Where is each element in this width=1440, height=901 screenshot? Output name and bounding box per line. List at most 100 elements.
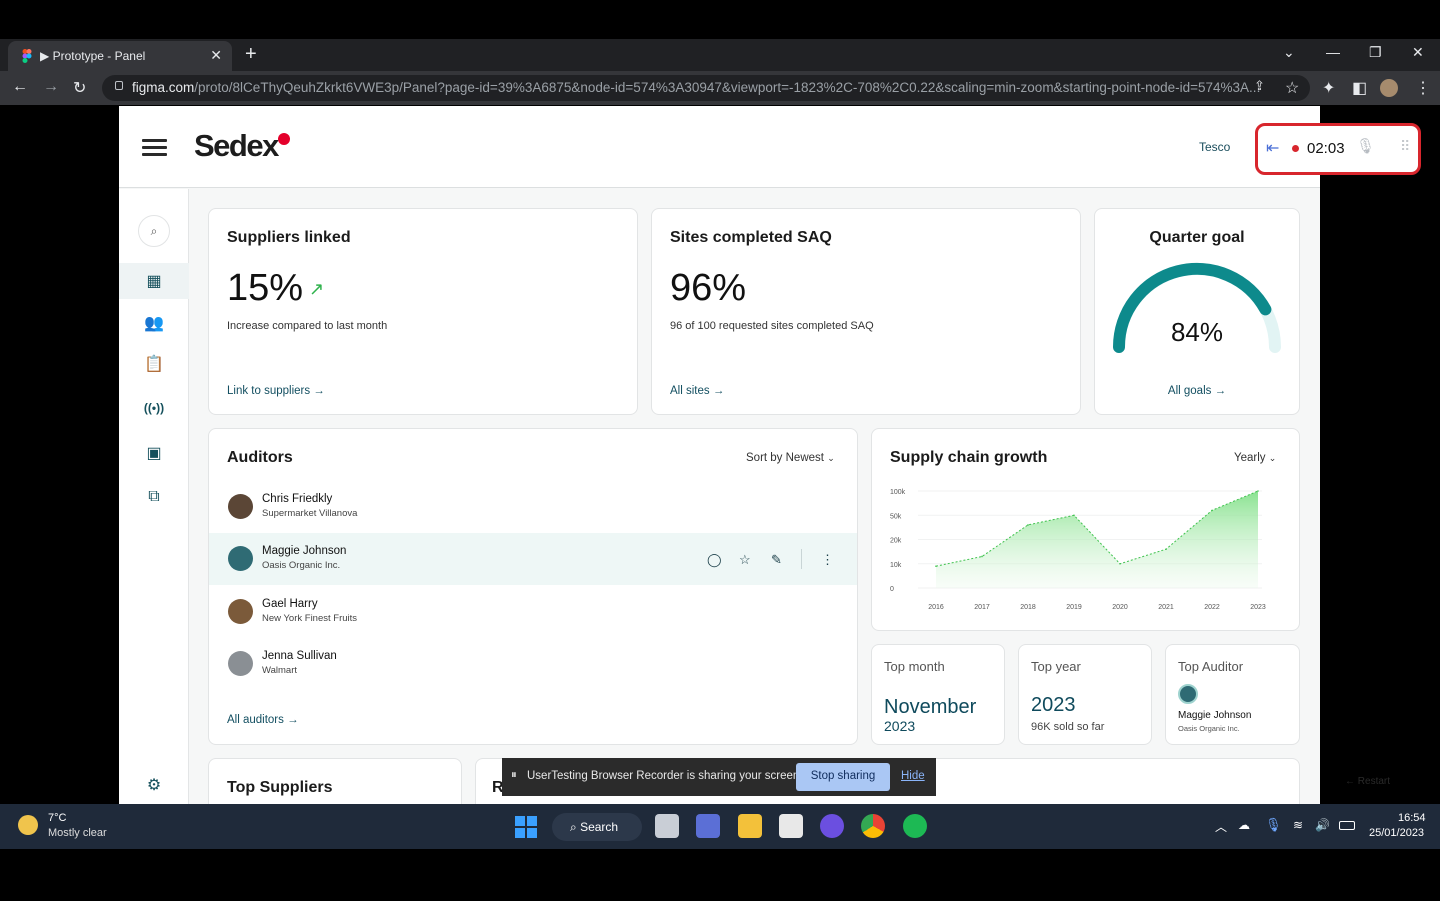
recording-dot-icon bbox=[1292, 145, 1299, 152]
x-tick-label: 2021 bbox=[1158, 604, 1174, 611]
taskbar-search[interactable]: ⌕ Search bbox=[552, 813, 642, 841]
new-tab-button[interactable]: + bbox=[245, 43, 257, 66]
microphone-tray-icon[interactable]: 🎙 bbox=[1265, 817, 1282, 833]
y-tick-label: 10k bbox=[890, 562, 902, 569]
link-to-suppliers-link[interactable]: Link to suppliers → bbox=[227, 385, 325, 397]
avatar bbox=[228, 651, 253, 676]
wifi-icon[interactable]: ≋ bbox=[1293, 818, 1303, 832]
y-tick-label: 50k bbox=[890, 513, 902, 520]
search-icon: ⌕ bbox=[570, 820, 577, 834]
top-year-sub: 96K sold so far bbox=[1031, 721, 1105, 733]
clock-time[interactable]: 16:54 bbox=[1398, 812, 1426, 824]
more-vertical-icon[interactable]: ⋮ bbox=[821, 552, 834, 568]
recorder-widget: ⇤ 02:03 🎙 ⠿ bbox=[1255, 123, 1421, 175]
settings-gear-icon[interactable]: ⚙ bbox=[119, 767, 189, 803]
clipboard-icon[interactable]: 📋 bbox=[119, 346, 189, 382]
auditor-org: Supermarket Villanova bbox=[262, 508, 358, 519]
tab-close-icon[interactable]: ✕ bbox=[210, 47, 222, 64]
share-icon[interactable]: ⇪ bbox=[1254, 78, 1265, 94]
data-point bbox=[1027, 524, 1029, 526]
extensions-icon[interactable]: ✦ bbox=[1322, 78, 1335, 98]
sedex-logo: Sedex bbox=[194, 128, 290, 164]
auditor-org: New York Finest Fruits bbox=[262, 613, 358, 624]
store-icon[interactable] bbox=[779, 814, 803, 838]
forward-icon[interactable]: → bbox=[43, 78, 59, 96]
avatar bbox=[1178, 684, 1198, 704]
all-goals-link[interactable]: All goals → bbox=[1095, 385, 1299, 397]
maximize-icon[interactable]: ❐ bbox=[1369, 44, 1382, 61]
search-icon[interactable]: ⌕ bbox=[138, 215, 170, 247]
chrome-icon[interactable] bbox=[861, 814, 885, 838]
recording-timer: 02:03 bbox=[1307, 140, 1345, 157]
account-name[interactable]: Tesco bbox=[1199, 140, 1230, 154]
side-panel-icon[interactable]: ◧ bbox=[1352, 78, 1367, 98]
stat-label: Top year bbox=[1031, 659, 1081, 674]
pause-icon: ⏸ bbox=[511, 769, 517, 781]
data-point bbox=[935, 565, 937, 567]
task-view-icon[interactable] bbox=[655, 814, 679, 838]
microphone-icon[interactable]: 🎙 bbox=[1356, 137, 1375, 155]
card-title: Sites completed SAQ bbox=[670, 229, 832, 246]
contact-card-icon[interactable]: ▣ bbox=[119, 435, 189, 471]
auditor-row[interactable]: Jenna Sullivan Walmart bbox=[209, 638, 857, 690]
browser-tab[interactable]: ▶ Prototype - Panel ✕ bbox=[8, 41, 232, 71]
clock-date[interactable]: 25/01/2023 bbox=[1369, 827, 1424, 839]
divider bbox=[801, 549, 802, 569]
weather-temp: 7°C bbox=[48, 812, 67, 824]
top-auditor-name: Maggie Johnson bbox=[1178, 710, 1252, 721]
data-point bbox=[1211, 509, 1213, 512]
file-explorer-icon[interactable] bbox=[738, 814, 762, 838]
top-year-value: 2023 bbox=[1031, 694, 1076, 716]
stat-label: Top month bbox=[884, 659, 945, 674]
goal-value: 84% bbox=[1170, 317, 1224, 347]
tray-chevron-icon[interactable]: ︿ bbox=[1215, 818, 1227, 835]
battery-icon[interactable] bbox=[1339, 821, 1355, 830]
dashboard-icon[interactable]: ▦ bbox=[119, 263, 189, 299]
users-icon[interactable]: 👥 bbox=[119, 305, 189, 341]
trend-up-arrow-icon: ↗ bbox=[309, 279, 325, 299]
url-path: /proto/8lCeThyQeuhZkrkt6VWE3p/Panel?page… bbox=[194, 80, 1261, 95]
profile-avatar[interactable] bbox=[1380, 79, 1398, 97]
back-icon[interactable]: ← bbox=[12, 78, 28, 96]
back-arrow-icon[interactable]: ⇤ bbox=[1266, 138, 1279, 158]
auditor-row[interactable]: Chris Friedkly Supermarket Villanova bbox=[209, 481, 857, 533]
volume-icon[interactable]: 🔊 bbox=[1315, 818, 1330, 832]
top-auditor-card: Top Auditor Maggie Johnson Oasis Organic… bbox=[1165, 644, 1300, 745]
comment-icon[interactable]: ◯ bbox=[707, 552, 722, 568]
auditor-name: Maggie Johnson bbox=[262, 545, 347, 557]
spotify-icon[interactable] bbox=[903, 814, 927, 838]
hide-link[interactable]: Hide bbox=[901, 770, 925, 782]
pdf-icon[interactable]: ⧉ bbox=[119, 479, 189, 515]
auditor-row[interactable]: Gael Harry New York Finest Fruits bbox=[209, 586, 857, 638]
address-bar[interactable]: figma.com/proto/8lCeThyQeuhZkrkt6VWE3p/P… bbox=[102, 75, 1310, 101]
bookmark-star-icon[interactable]: ☆ bbox=[1285, 78, 1299, 98]
onedrive-icon[interactable]: ☁ bbox=[1238, 818, 1250, 832]
app-icon[interactable] bbox=[820, 814, 844, 838]
auditor-row[interactable]: Maggie Johnson Oasis Organic Inc. ◯ ☆ ✎ ⋮ bbox=[209, 533, 857, 585]
menu-kebab-icon[interactable]: ⋮ bbox=[1415, 78, 1431, 98]
minimize-icon[interactable]: — bbox=[1326, 44, 1340, 60]
all-sites-link[interactable]: All sites → bbox=[670, 385, 724, 397]
sort-dropdown[interactable]: Sort by Newest ⌄ bbox=[746, 452, 835, 464]
avatar bbox=[228, 494, 253, 519]
edit-pencil-icon[interactable]: ✎ bbox=[771, 552, 782, 568]
chart-title: Supply chain growth bbox=[890, 449, 1048, 466]
star-icon[interactable]: ☆ bbox=[739, 552, 751, 568]
all-auditors-link[interactable]: All auditors → bbox=[227, 714, 299, 726]
drag-handle-icon[interactable]: ⠿ bbox=[1400, 138, 1410, 155]
data-point bbox=[1073, 514, 1075, 517]
sort-label: Sort by Newest bbox=[746, 452, 824, 464]
broadcast-icon[interactable]: ((•)) bbox=[119, 390, 189, 426]
stop-sharing-button[interactable]: Stop sharing bbox=[796, 763, 890, 791]
window-close-icon[interactable]: ✕ bbox=[1412, 44, 1424, 61]
yearly-dropdown[interactable]: Yearly ⌄ bbox=[1234, 452, 1276, 464]
tab-title: ▶ Prototype - Panel bbox=[40, 49, 146, 63]
windows-start-icon[interactable] bbox=[515, 816, 537, 838]
tab-search-icon[interactable]: ⌄ bbox=[1283, 44, 1295, 61]
suppliers-linked-value: 15% bbox=[227, 267, 304, 309]
reload-icon[interactable]: ↻ bbox=[73, 78, 86, 98]
teams-icon[interactable] bbox=[696, 814, 720, 838]
x-tick-label: 2017 bbox=[974, 604, 990, 611]
card-title: Top Suppliers bbox=[227, 779, 333, 796]
auditor-org: Walmart bbox=[262, 665, 298, 676]
